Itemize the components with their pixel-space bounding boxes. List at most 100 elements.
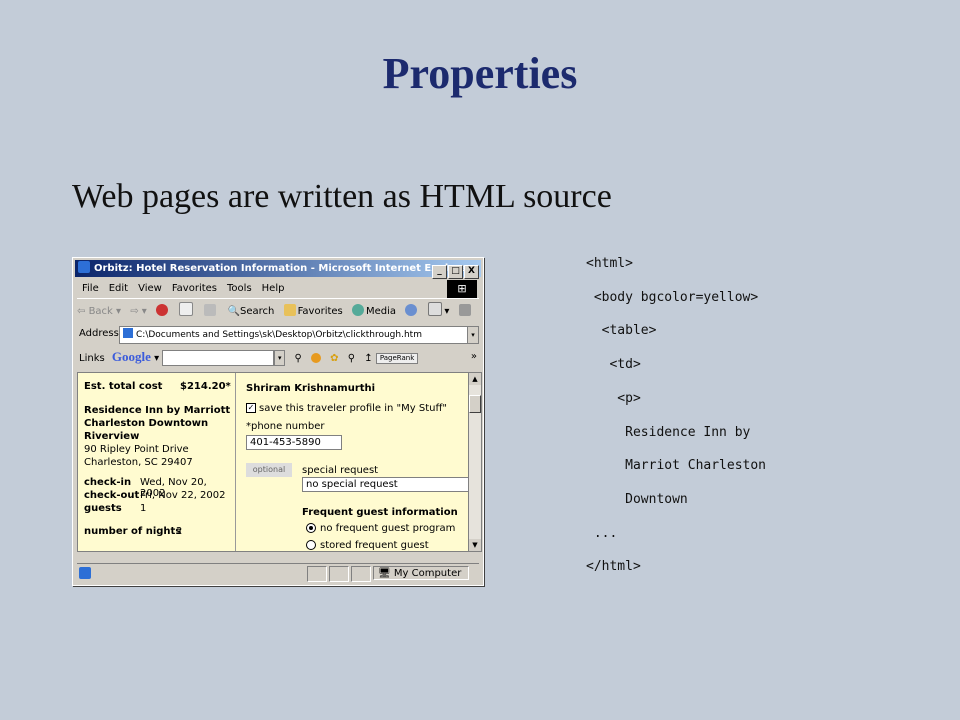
vertical-scrollbar[interactable]: ▲ ▼ — [468, 372, 482, 552]
google-logo[interactable]: Google — [112, 349, 151, 364]
search-icon: 🔍 — [227, 306, 241, 317]
windows-logo-icon: ⊞ — [447, 280, 477, 298]
search-site-icon[interactable]: ⚲ — [348, 353, 355, 364]
status-slot-2 — [329, 566, 349, 582]
code-line: Marriot Charleston — [586, 458, 767, 473]
page-viewport: Est. total cost $214.20* Residence Inn b… — [77, 372, 470, 552]
menu-favorites[interactable]: Favorites — [167, 280, 222, 298]
refresh-button[interactable] — [179, 301, 195, 323]
status-bar: 🖥 My Computer — [77, 563, 479, 582]
code-line: ... — [586, 526, 618, 541]
forward-arrow-icon: ⇨ — [130, 306, 139, 317]
code-line: <html> — [586, 256, 633, 271]
save-profile-checkbox[interactable]: ✓ — [246, 403, 256, 413]
google-search-input[interactable] — [162, 350, 275, 366]
computer-icon: 🖥 — [378, 568, 391, 579]
address-label: Address — [79, 328, 119, 339]
print-icon — [458, 304, 471, 316]
menu-tools[interactable]: Tools — [222, 280, 257, 298]
page-icon — [123, 328, 133, 338]
history-icon — [405, 304, 418, 316]
reservation-summary: Est. total cost $214.20* Residence Inn b… — [78, 373, 236, 551]
hotel-name-3: Riverview — [84, 431, 140, 442]
checkout-label: check-out — [84, 490, 140, 501]
optional-tag: optional — [246, 463, 292, 477]
maximize-button[interactable]: □ — [448, 265, 463, 279]
code-line: <td> — [586, 357, 641, 372]
highlight-icon[interactable]: ✿ — [330, 353, 338, 364]
menu-edit[interactable]: Edit — [104, 280, 133, 298]
code-line: <table> — [586, 323, 657, 338]
address-input[interactable]: C:\Documents and Settings\sk\Desktop\Orb… — [119, 326, 475, 344]
hotel-address-1: 90 Ripley Point Drive — [84, 444, 189, 455]
ie-icon — [78, 261, 90, 273]
hotel-address-2: Charleston, SC 29407 — [84, 457, 193, 468]
links-bar: Links Google ▾ ▾ ⚲ ✿ ⚲ ↥ PageRank » — [77, 347, 479, 367]
traveler-form: Shriram Krishnamurthi ✓ save this travele… — [240, 373, 469, 551]
scroll-thumb[interactable] — [469, 395, 481, 413]
stop-button[interactable] — [156, 301, 170, 323]
window-title: Orbitz: Hotel Reservation Information - … — [94, 263, 472, 274]
fgi-radio-stored[interactable] — [306, 540, 316, 550]
code-line: Downtown — [586, 492, 688, 507]
traveler-name: Shriram Krishnamurthi — [246, 383, 376, 394]
google-dropdown-arrow[interactable]: ▾ — [274, 350, 286, 366]
favorites-button[interactable]: Favorites — [283, 301, 343, 323]
save-profile-row[interactable]: ✓ save this traveler profile in "My Stuff… — [246, 403, 447, 414]
est-cost-value: $214.20* — [180, 381, 231, 392]
hotel-name-2: Charleston Downtown — [84, 418, 209, 429]
favorites-icon — [283, 304, 296, 316]
binoculars-icon[interactable]: ⚲ — [294, 353, 301, 364]
special-request-input[interactable]: no special request — [302, 477, 469, 492]
home-button[interactable] — [204, 301, 218, 323]
refresh-icon — [179, 302, 194, 316]
status-zone: 🖥 My Computer — [373, 566, 469, 580]
menu-file[interactable]: File — [77, 280, 104, 298]
menu-help[interactable]: Help — [257, 280, 290, 298]
phone-label: *phone number — [246, 421, 325, 432]
forward-button[interactable]: ⇨ ▾ — [130, 301, 147, 323]
guests-label: guests — [84, 503, 122, 514]
code-line: Residence Inn by — [586, 425, 751, 440]
scroll-up-icon[interactable]: ▲ — [469, 373, 481, 385]
status-page-icon — [79, 567, 91, 579]
code-line: <p> — [586, 391, 641, 406]
nights-value: 2 — [176, 526, 183, 537]
fgi-label: Frequent guest information — [302, 507, 458, 518]
nights-label: number of nights — [84, 526, 182, 537]
news-icon[interactable] — [310, 353, 321, 363]
search-button[interactable]: 🔍Search — [228, 301, 275, 323]
back-button[interactable]: ⇦ Back ▾ — [77, 301, 121, 323]
guests-value: 1 — [140, 503, 147, 514]
fgi-option-stored[interactable]: stored frequent guest program — [306, 540, 468, 551]
pagerank-indicator: PageRank — [375, 352, 419, 364]
print-button[interactable] — [458, 301, 473, 323]
phone-input[interactable]: 401-453-5890 — [246, 435, 342, 450]
fgi-option-none[interactable]: no frequent guest program — [306, 523, 455, 534]
standard-toolbar: ⇦ Back ▾ ⇨ ▾ 🔍Search Favorites Media ▾ — [77, 301, 479, 323]
address-bar: Address C:\Documents and Settings\sk\Des… — [77, 325, 479, 345]
mail-button[interactable]: ▾ — [428, 301, 449, 323]
more-chevron-icon[interactable]: » — [471, 347, 477, 367]
scroll-down-icon[interactable]: ▼ — [469, 539, 481, 551]
status-slot-1 — [307, 566, 327, 582]
special-request-label: special request — [302, 465, 379, 476]
links-label[interactable]: Links — [79, 353, 105, 364]
address-dropdown-arrow[interactable]: ▾ — [467, 326, 479, 344]
code-line: </html> — [586, 559, 641, 574]
est-cost-label: Est. total cost — [84, 381, 163, 392]
status-slot-3 — [351, 566, 371, 582]
up-folder-icon[interactable]: ↥ — [364, 353, 372, 364]
checkin-label: check-in — [84, 477, 132, 488]
close-button[interactable]: X — [464, 265, 479, 279]
history-button[interactable] — [405, 301, 419, 323]
menu-view[interactable]: View — [133, 280, 167, 298]
hotel-name-1: Residence Inn by Marriott — [84, 405, 231, 416]
back-arrow-icon: ⇦ — [77, 306, 89, 317]
media-icon — [351, 304, 364, 316]
stop-icon — [156, 304, 169, 316]
fgi-radio-none[interactable] — [306, 523, 316, 533]
media-button[interactable]: Media — [351, 301, 396, 323]
minimize-button[interactable]: _ — [432, 265, 447, 279]
home-icon — [204, 304, 217, 316]
